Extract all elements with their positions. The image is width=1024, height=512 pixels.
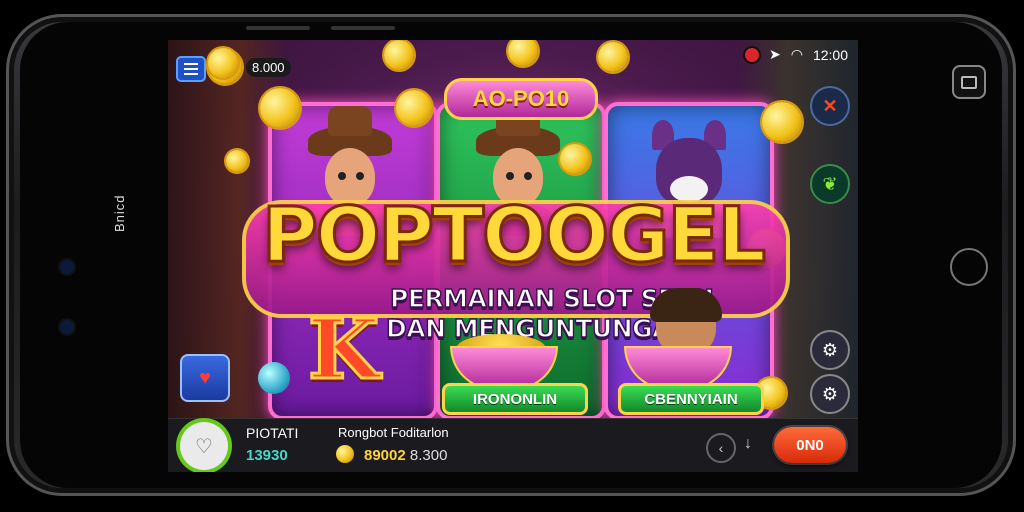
coin-icon: [508, 40, 538, 66]
down-arrow-icon[interactable]: ↓: [744, 435, 752, 453]
heart-icon[interactable]: ♡: [180, 422, 228, 470]
k-symbol: K: [306, 301, 380, 400]
bonus-value-extra: 8.300: [409, 447, 448, 464]
x-icon[interactable]: ✕: [810, 86, 850, 126]
player-label: PIOTATI: [246, 425, 299, 441]
gem-icon: [258, 362, 290, 394]
subtitle-line-2: DAN MENGUNTUNGAN: [385, 313, 692, 343]
spin-button[interactable]: 0N0: [774, 427, 846, 463]
coin-icon: [396, 90, 432, 126]
game-badge: AO-PO10: [444, 78, 598, 120]
coin-icon: [226, 150, 248, 172]
status-bar: ➤ ◠ 12:00: [745, 46, 848, 63]
leaf-icon[interactable]: ❦: [810, 164, 850, 204]
coin-icon: [260, 88, 300, 128]
reel-button-2[interactable]: CBENNYIAIN: [618, 383, 764, 415]
device-side-label: Bnicd: [112, 194, 127, 232]
bonus-label: Rongbot Foditarlon: [338, 425, 449, 440]
player-value: 13930: [246, 447, 288, 464]
status-time: 12:00: [812, 46, 848, 63]
location-icon: ➤: [769, 46, 781, 62]
menu-icon[interactable]: [176, 56, 206, 82]
gear-icon[interactable]: ⚙: [810, 374, 850, 414]
bonus-value: 89002 8.300: [364, 447, 447, 464]
coin-icon: [762, 102, 802, 142]
recents-button[interactable]: [952, 65, 986, 99]
camera-icon: [60, 260, 74, 274]
bottom-bar: ♡ PIOTATI 13930 Rongbot Foditarlon 89002…: [168, 418, 858, 472]
game-title: POPTOOGEL: [261, 189, 768, 281]
game-badge-text: AO-PO10: [472, 86, 570, 111]
coin-icon: [598, 42, 628, 72]
reel-button-1[interactable]: IRONONLIN: [442, 383, 588, 415]
bonus-value-main: 89002: [364, 447, 406, 464]
coin-icon: [208, 48, 238, 78]
game-screen: 8.000 ➤ ◠ 12:00 AO-PO10 POPTOOGEL PERMAI…: [168, 40, 858, 472]
speaker-slot: [331, 26, 395, 30]
speaker-slot: [246, 26, 310, 30]
coin-icon: [384, 40, 414, 70]
gear-icon[interactable]: ⚙: [810, 330, 850, 370]
coin-icon: [336, 445, 354, 463]
bonus-chest-icon[interactable]: ♥: [180, 354, 230, 402]
home-button[interactable]: [950, 248, 988, 286]
coin-balance-value: 8.000: [246, 57, 291, 77]
coin-icon: [560, 144, 590, 174]
record-icon: [745, 47, 759, 62]
sensor-icon: [60, 320, 74, 334]
wifi-icon: ◠: [790, 46, 803, 62]
back-icon[interactable]: ‹: [706, 433, 736, 463]
